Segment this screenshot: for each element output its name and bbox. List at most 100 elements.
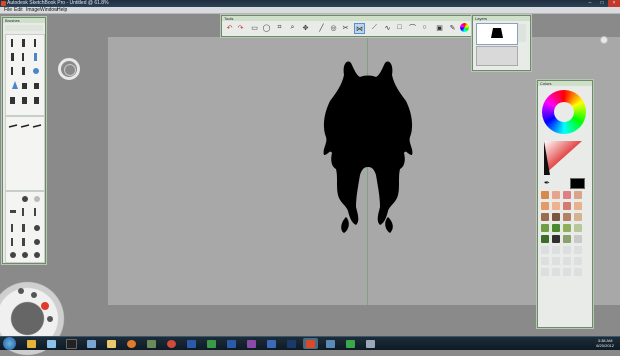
zoom-icon[interactable]: ⌕ bbox=[288, 23, 297, 32]
color-swatch[interactable] bbox=[563, 213, 571, 221]
maximize-button[interactable]: □ bbox=[596, 0, 608, 7]
color-swatch[interactable] bbox=[563, 191, 571, 199]
close-button[interactable]: × bbox=[608, 0, 620, 7]
taskbar-clock[interactable]: 3:38 AM 6/20/2012 bbox=[596, 338, 614, 348]
import-icon[interactable]: ▣ bbox=[435, 23, 444, 32]
color-swatch[interactable] bbox=[541, 202, 549, 210]
canvas-handle-icon[interactable] bbox=[600, 36, 608, 44]
eyedropper-icon[interactable]: ✒ bbox=[544, 179, 550, 187]
minimize-button[interactable]: – bbox=[584, 0, 596, 7]
taskbar-word-icon[interactable] bbox=[184, 338, 199, 349]
empty-swatch[interactable] bbox=[574, 268, 582, 276]
select-rect-icon[interactable]: ▭ bbox=[250, 23, 259, 32]
taskbar-app2-icon[interactable] bbox=[144, 338, 159, 349]
color-wheel-icon[interactable] bbox=[460, 23, 469, 32]
color-swatch-grid[interactable] bbox=[541, 191, 589, 321]
layers-panel-title: Layers bbox=[475, 16, 488, 21]
empty-swatch[interactable] bbox=[541, 246, 549, 254]
color-swatch[interactable] bbox=[574, 191, 582, 199]
brush-icon[interactable]: ✎ bbox=[448, 23, 457, 32]
color-swatch[interactable] bbox=[574, 224, 582, 232]
taskbar-app7-icon[interactable] bbox=[363, 338, 378, 349]
taskbar-dreamweaver-icon[interactable] bbox=[204, 338, 219, 349]
color-swatch[interactable] bbox=[541, 224, 549, 232]
layer-controls[interactable] bbox=[518, 24, 526, 42]
layer-thumbnail-1[interactable] bbox=[476, 23, 518, 45]
taskbar-app3-icon[interactable] bbox=[244, 338, 259, 349]
start-button[interactable] bbox=[3, 337, 16, 350]
taskbar-folder-icon[interactable] bbox=[104, 338, 119, 349]
taskbar-app-icon[interactable] bbox=[24, 338, 39, 349]
empty-swatch[interactable] bbox=[563, 246, 571, 254]
curve-icon[interactable]: ∿ bbox=[383, 23, 392, 32]
taskbar-word2-icon[interactable] bbox=[224, 338, 239, 349]
taskbar-app4-icon[interactable] bbox=[264, 338, 279, 349]
menu-help[interactable]: Help bbox=[57, 7, 67, 13]
color-wheel[interactable] bbox=[542, 90, 586, 134]
lagoon-zoom-icon[interactable] bbox=[47, 316, 53, 322]
move-icon[interactable]: ✥ bbox=[301, 23, 310, 32]
lasso-icon[interactable]: ◯ bbox=[262, 23, 271, 32]
empty-swatch[interactable] bbox=[552, 268, 560, 276]
rect-icon[interactable]: □ bbox=[395, 23, 404, 32]
line-icon[interactable]: ╱ bbox=[317, 23, 326, 32]
empty-swatch[interactable] bbox=[552, 246, 560, 254]
empty-swatch[interactable] bbox=[563, 257, 571, 265]
lagoon-undo-icon[interactable] bbox=[18, 288, 24, 294]
tools-panel-header[interactable] bbox=[222, 16, 471, 21]
menu-edit[interactable]: Edit bbox=[14, 7, 23, 13]
taskbar-cmd-icon[interactable] bbox=[64, 338, 79, 349]
empty-swatch[interactable] bbox=[574, 257, 582, 265]
brush-grid-lower[interactable] bbox=[5, 191, 45, 263]
color-swatch[interactable] bbox=[563, 224, 571, 232]
taskbar-app6-icon[interactable] bbox=[343, 338, 358, 349]
menu-window[interactable]: Window bbox=[40, 7, 58, 13]
shape-icon[interactable]: ✂ bbox=[341, 23, 350, 32]
taskbar-chrome-icon[interactable] bbox=[164, 338, 179, 349]
circle-icon[interactable]: ○ bbox=[420, 23, 429, 32]
empty-swatch[interactable] bbox=[574, 246, 582, 254]
taskbar-app5-icon[interactable] bbox=[323, 338, 338, 349]
color-swatch[interactable] bbox=[552, 202, 560, 210]
color-swatch[interactable] bbox=[574, 213, 582, 221]
empty-swatch[interactable] bbox=[563, 268, 571, 276]
color-swatch[interactable] bbox=[563, 202, 571, 210]
ellipse-icon[interactable]: ◎ bbox=[329, 23, 338, 32]
color-swatch[interactable] bbox=[541, 235, 549, 243]
taskbar-photoshop-icon[interactable] bbox=[284, 338, 299, 349]
empty-swatch[interactable] bbox=[541, 257, 549, 265]
brush-grid[interactable] bbox=[5, 34, 45, 116]
ruler-icon[interactable]: ⟋ bbox=[370, 23, 379, 32]
color-swatch[interactable] bbox=[541, 213, 549, 221]
custom-brushes-area[interactable] bbox=[5, 116, 45, 191]
color-swatch[interactable] bbox=[574, 202, 582, 210]
menu-image[interactable]: Image bbox=[26, 7, 40, 13]
layer-thumbnail-background[interactable] bbox=[476, 46, 518, 66]
empty-swatch[interactable] bbox=[541, 268, 549, 276]
taskbar-people-icon[interactable] bbox=[84, 338, 99, 349]
polyline-icon[interactable]: ⌒ bbox=[408, 23, 417, 32]
menu-file[interactable]: File bbox=[4, 7, 12, 13]
color-swatch[interactable] bbox=[552, 191, 560, 199]
color-swatch[interactable] bbox=[552, 235, 560, 243]
empty-swatch[interactable] bbox=[552, 257, 560, 265]
taskbar-firefox-icon[interactable] bbox=[124, 338, 139, 349]
undo-icon[interactable]: ↶ bbox=[225, 23, 234, 32]
current-color-swatch[interactable] bbox=[570, 178, 585, 189]
saturation-triangle[interactable] bbox=[542, 139, 586, 177]
taskbar-pen-icon[interactable] bbox=[44, 338, 59, 349]
color-swatch[interactable] bbox=[552, 213, 560, 221]
color-swatch[interactable] bbox=[541, 191, 549, 199]
taskbar-sketchbook-icon[interactable] bbox=[303, 338, 318, 349]
color-swatch[interactable] bbox=[574, 235, 582, 243]
color-swatch[interactable] bbox=[552, 224, 560, 232]
tools-panel-title: Tools bbox=[224, 16, 234, 21]
redo-icon[interactable]: ↷ bbox=[236, 23, 245, 32]
lagoon-color-icon[interactable] bbox=[41, 302, 49, 310]
lagoon-brush-icon[interactable] bbox=[31, 292, 37, 298]
crop-icon[interactable]: ⌗ bbox=[275, 23, 284, 32]
symmetry-icon[interactable]: ⋈ bbox=[354, 23, 365, 34]
brush-set-tabs[interactable] bbox=[5, 25, 43, 31]
color-swatch[interactable] bbox=[563, 235, 571, 243]
brush-puck[interactable] bbox=[58, 58, 80, 80]
